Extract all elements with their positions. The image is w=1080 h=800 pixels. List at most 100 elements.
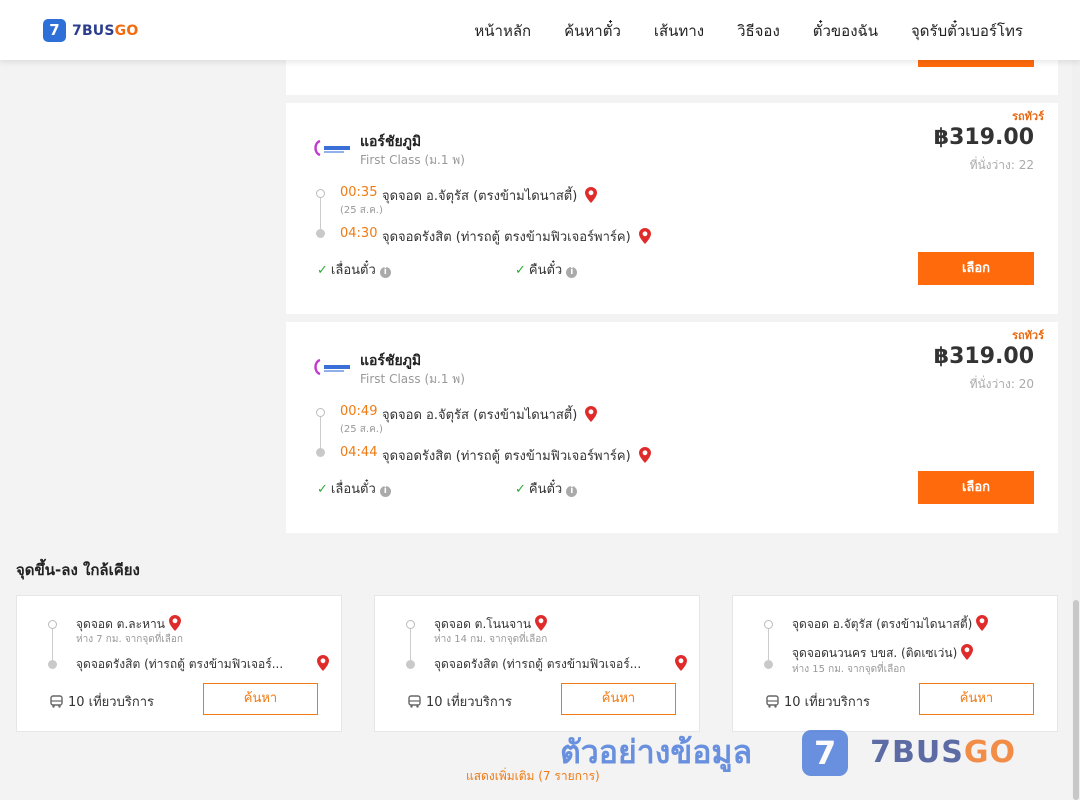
ticket-price: ฿319.00 <box>933 125 1034 150</box>
depart-time: 00:49 <box>340 404 378 419</box>
result-card: รถทัวร์ แอร์ชัยภูมิ First Class (ม.1 พ) … <box>286 322 1058 533</box>
watermark-brand: 7BUSGO <box>870 735 1016 770</box>
map-pin-icon[interactable] <box>976 615 989 631</box>
destination-dot <box>316 448 325 457</box>
map-pin-icon[interactable] <box>638 447 651 463</box>
route-line <box>768 626 769 662</box>
seat-class: First Class (ม.1 พ) <box>360 153 465 167</box>
arrive-stop-label: จุดจอดรังสิต (ท่ารถตู้ ตรงข้ามฟิวเจอร์พา… <box>382 449 631 464</box>
trip-count: 10 เที่ยวบริการ <box>766 691 870 712</box>
map-pin-icon[interactable] <box>961 644 974 660</box>
info-icon[interactable]: i <box>379 267 391 278</box>
map-pin-icon[interactable] <box>638 228 651 244</box>
arrive-time: 04:30 <box>340 226 378 241</box>
logo-text: 7BUSGO <box>72 22 139 39</box>
nav-pickup-points[interactable]: จุดรับตั๋วเบอร์โทร <box>911 19 1023 43</box>
origin-dot <box>406 620 415 629</box>
check-icon: ✓ <box>515 263 526 278</box>
feature-refund: ✓ คืนตั๋ว i <box>515 259 578 280</box>
route-line <box>320 195 321 233</box>
nearby-to-stop: จุดจอดนวนคร บขส. (ติดเซเว่น) <box>792 644 974 663</box>
nearby-distance: ห่าง 14 กม. จากจุดที่เลือก <box>434 634 548 645</box>
nav-my-tickets[interactable]: ตั๋วของฉัน <box>813 19 878 43</box>
map-pin-icon[interactable] <box>675 655 687 671</box>
feature-reschedule: ✓ เลื่อนตั๋ว i <box>317 478 391 499</box>
nearby-card: จุดจอด ต.โนนจาน ห่าง 14 กม. จากจุดที่เลื… <box>374 595 700 732</box>
feature-refund: ✓ คืนตั๋ว i <box>515 478 578 499</box>
arrive-stop: จุดจอดรังสิต (ท่ารถตู้ ตรงข้ามฟิวเจอร์พา… <box>382 445 651 466</box>
check-icon: ✓ <box>515 482 526 497</box>
feature-reschedule: ✓ เลื่อนตั๋ว i <box>317 259 391 280</box>
vehicle-type-badge: รถทัวร์ <box>1012 110 1044 123</box>
feature-reschedule-label: เลื่อนตั๋ว <box>330 482 376 497</box>
operator-logo <box>314 139 350 157</box>
nearby-to-label: จุดจอดนวนคร บขส. (ติดเซเว่น) <box>792 646 958 660</box>
trip-count: 10 เที่ยวบริการ <box>408 691 512 712</box>
nearby-to-stop: จุดจอดรังสิต (ท่ารถตู้ ตรงข้ามฟิวเจอร์..… <box>434 657 642 671</box>
nearby-search-button[interactable]: ค้นหา <box>561 683 676 715</box>
bus-icon <box>50 695 63 708</box>
map-pin-icon[interactable] <box>585 187 598 203</box>
trip-count-label: 10 เที่ยวบริการ <box>426 695 512 710</box>
feature-refund-label: คืนตั๋ว <box>528 263 563 278</box>
trip-count-label: 10 เที่ยวบริการ <box>68 695 154 710</box>
depart-time: 00:35 <box>340 185 378 200</box>
select-button[interactable]: เลือก <box>918 471 1034 504</box>
site-logo[interactable]: 7 7BUSGO <box>43 19 138 42</box>
map-pin-icon[interactable] <box>535 615 548 631</box>
nearby-search-button[interactable]: ค้นหา <box>203 683 318 715</box>
operator-name: แอร์ชัยภูมิ <box>360 353 422 369</box>
info-icon[interactable]: i <box>566 267 578 278</box>
destination-dot <box>48 660 57 669</box>
destination-dot <box>764 660 773 669</box>
nav-routes[interactable]: เส้นทาง <box>654 19 704 43</box>
operator-logo <box>314 358 350 376</box>
trip-count: 10 เที่ยวบริการ <box>50 691 154 712</box>
arrive-time: 04:44 <box>340 445 378 460</box>
check-icon: ✓ <box>317 263 328 278</box>
vehicle-type-badge: รถทัวร์ <box>1012 329 1044 342</box>
nav-home[interactable]: หน้าหลัก <box>474 19 531 43</box>
route-line <box>320 414 321 452</box>
depart-stop-label: จุดจอด อ.จัตุรัส (ตรงข้ามไดนาสตี้) <box>382 189 578 204</box>
arrive-stop-label: จุดจอดรังสิต (ท่ารถตู้ ตรงข้ามฟิวเจอร์พา… <box>382 230 631 245</box>
nav-search-ticket[interactable]: ค้นหาตั๋ว <box>564 19 621 43</box>
scrollbar-thumb[interactable] <box>1073 600 1079 800</box>
result-card: รถทัวร์ แอร์ชัยภูมิ First Class (ม.1 พ) … <box>286 103 1058 314</box>
map-pin-icon[interactable] <box>317 655 329 671</box>
depart-stop: จุดจอด อ.จัตุรัส (ตรงข้ามไดนาสตี้) <box>382 404 598 425</box>
watermark-logo-mark: 7 <box>802 729 849 776</box>
route-line <box>52 626 53 662</box>
nearby-section-title: จุดขึ้น-ลง ใกล้เคียง <box>16 561 140 579</box>
info-icon[interactable]: i <box>566 486 578 497</box>
ticket-price: ฿319.00 <box>933 344 1034 369</box>
depart-date: (25 ส.ค.) <box>340 424 383 435</box>
route-line <box>410 626 411 662</box>
feature-reschedule-label: เลื่อนตั๋ว <box>330 263 376 278</box>
seat-class: First Class (ม.1 พ) <box>360 372 465 386</box>
map-pin-icon[interactable] <box>585 406 598 422</box>
origin-dot <box>316 189 325 198</box>
bus-icon <box>408 695 421 708</box>
nearby-from-label: จุดจอด ต.โนนจาน <box>434 617 532 631</box>
logo-mark: 7 <box>43 19 66 42</box>
nearby-distance: ห่าง 7 กม. จากจุดที่เลือก <box>76 634 183 645</box>
show-more-link[interactable]: แสดงเพิ่มเติม (7 รายการ) <box>466 767 600 786</box>
check-icon: ✓ <box>317 482 328 497</box>
seats-available: ที่นั่งว่าง: 20 <box>969 377 1034 391</box>
nav-how-to-book[interactable]: วิธีจอง <box>737 19 780 43</box>
depart-stop: จุดจอด อ.จัตุรัส (ตรงข้ามไดนาสตี้) <box>382 185 598 206</box>
feature-refund-label: คืนตั๋ว <box>528 482 563 497</box>
map-pin-icon[interactable] <box>168 615 181 631</box>
info-icon[interactable]: i <box>379 486 391 497</box>
nearby-search-button[interactable]: ค้นหา <box>919 683 1034 715</box>
nearby-distance: ห่าง 15 กม. จากจุดที่เลือก <box>792 664 906 675</box>
nearby-from-stop: จุดจอด อ.จัตุรัส (ตรงข้ามไดนาสตี้) <box>792 615 989 634</box>
nearby-from-label: จุดจอด ต.ละหาน <box>76 617 165 631</box>
origin-dot <box>48 620 57 629</box>
select-button[interactable]: เลือก <box>918 252 1034 285</box>
page-scrollbar[interactable] <box>1072 60 1080 800</box>
trip-count-label: 10 เที่ยวบริการ <box>784 695 870 710</box>
seats-available: ที่นั่งว่าง: 22 <box>969 158 1034 172</box>
operator-name: แอร์ชัยภูมิ <box>360 134 422 150</box>
